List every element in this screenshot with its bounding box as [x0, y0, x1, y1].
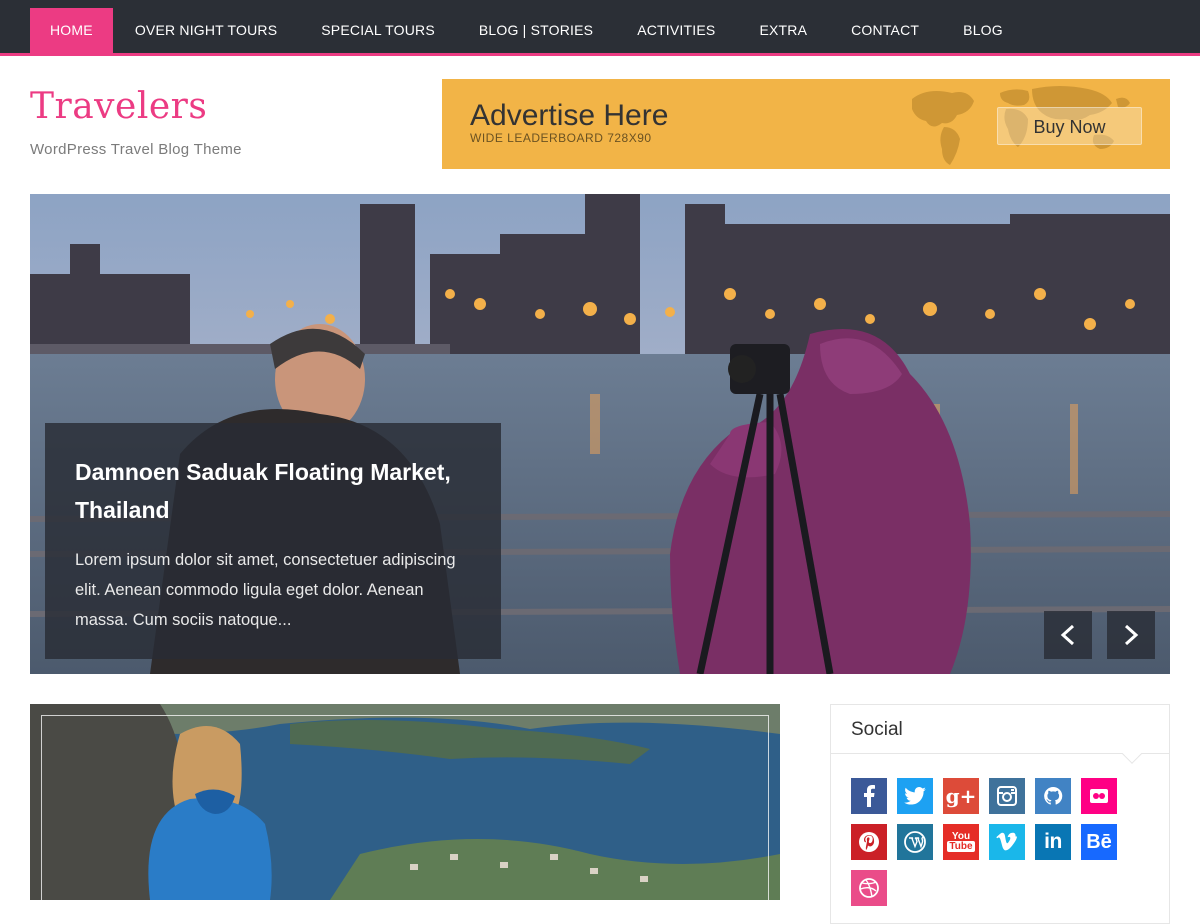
widget-notch: [1122, 744, 1142, 764]
buy-now-button[interactable]: Buy Now: [997, 107, 1142, 145]
nav-menu: HOME OVER NIGHT TOURS SPECIAL TOURS BLOG…: [30, 8, 1025, 53]
social-link-wordpress[interactable]: [897, 824, 933, 860]
github-icon: [1044, 786, 1063, 805]
chevron-right-icon: [1124, 624, 1139, 646]
vimeo-icon: [996, 832, 1017, 851]
nav-link-home[interactable]: HOME: [30, 8, 113, 53]
facebook-icon: [864, 785, 875, 807]
social-link-pinterest[interactable]: [851, 824, 887, 860]
ad-subtitle: WIDE LEADERBOARD 728X90: [470, 131, 652, 145]
nav-item-special-tours[interactable]: SPECIAL TOURS: [299, 8, 457, 53]
instagram-icon: [997, 786, 1017, 806]
social-link-github[interactable]: [1035, 778, 1071, 814]
site-title[interactable]: Travelers: [30, 86, 207, 127]
google-plus-icon: g+: [945, 784, 977, 808]
social-link-instagram[interactable]: [989, 778, 1025, 814]
social-link-twitter[interactable]: [897, 778, 933, 814]
social-link-google-plus[interactable]: g+: [943, 778, 979, 814]
nav-link-blog[interactable]: BLOG: [941, 8, 1025, 53]
widget-header: Social: [831, 705, 1169, 764]
featured-slider[interactable]: Damnoen Saduak Floating Market, Thailand…: [30, 194, 1170, 674]
nav-item-blog-stories[interactable]: BLOG | STORIES: [457, 8, 615, 53]
post-thumbnail[interactable]: [30, 704, 780, 900]
nav-link-special-tours[interactable]: SPECIAL TOURS: [299, 8, 457, 53]
social-link-youtube[interactable]: You Tube: [943, 824, 979, 860]
social-link-dribbble[interactable]: [851, 870, 887, 906]
slide-caption: Damnoen Saduak Floating Market, Thailand…: [45, 423, 501, 659]
main-navigation: HOME OVER NIGHT TOURS SPECIAL TOURS BLOG…: [0, 0, 1200, 56]
nav-item-home[interactable]: HOME: [30, 8, 113, 53]
site-description: WordPress Travel Blog Theme: [30, 141, 242, 158]
dribbble-icon: [859, 878, 879, 898]
advertisement-banner[interactable]: Advertise Here WIDE LEADERBOARD 728X90 B…: [442, 79, 1170, 169]
social-link-facebook[interactable]: [851, 778, 887, 814]
slider-next-button[interactable]: [1107, 611, 1155, 659]
social-link-vimeo[interactable]: [989, 824, 1025, 860]
linkedin-icon: in: [1044, 830, 1062, 853]
social-link-linkedin[interactable]: in: [1035, 824, 1071, 860]
nav-link-contact[interactable]: CONTACT: [829, 8, 941, 53]
ad-title: Advertise Here: [470, 99, 669, 132]
slider-prev-button[interactable]: [1044, 611, 1092, 659]
nav-item-activities[interactable]: ACTIVITIES: [615, 8, 737, 53]
behance-icon: Bē: [1086, 830, 1112, 853]
flickr-icon: [1090, 789, 1108, 803]
widget-title: Social: [851, 719, 903, 740]
nav-link-over-night-tours[interactable]: OVER NIGHT TOURS: [113, 8, 299, 53]
chevron-left-icon: [1060, 624, 1075, 646]
nav-item-blog[interactable]: BLOG: [941, 8, 1025, 53]
social-icons: g+ You Tube in Bē: [851, 778, 1151, 916]
wordpress-icon: [904, 831, 926, 853]
social-link-flickr[interactable]: [1081, 778, 1117, 814]
nav-item-extra[interactable]: EXTRA: [737, 8, 829, 53]
image-frame: [41, 715, 769, 900]
nav-link-extra[interactable]: EXTRA: [737, 8, 829, 53]
social-widget: Social g+ You Tube in Bē: [830, 704, 1170, 924]
nav-link-activities[interactable]: ACTIVITIES: [615, 8, 737, 53]
nav-item-contact[interactable]: CONTACT: [829, 8, 941, 53]
nav-item-over-night-tours[interactable]: OVER NIGHT TOURS: [113, 8, 299, 53]
pinterest-icon: [859, 832, 879, 852]
nav-link-blog-stories[interactable]: BLOG | STORIES: [457, 8, 615, 53]
social-link-behance[interactable]: Bē: [1081, 824, 1117, 860]
slide-excerpt: Lorem ipsum dolor sit amet, consectetuer…: [75, 551, 456, 629]
youtube-icon: You Tube: [947, 831, 975, 852]
slide-title[interactable]: Damnoen Saduak Floating Market, Thailand: [75, 453, 471, 529]
twitter-icon: [904, 787, 926, 805]
